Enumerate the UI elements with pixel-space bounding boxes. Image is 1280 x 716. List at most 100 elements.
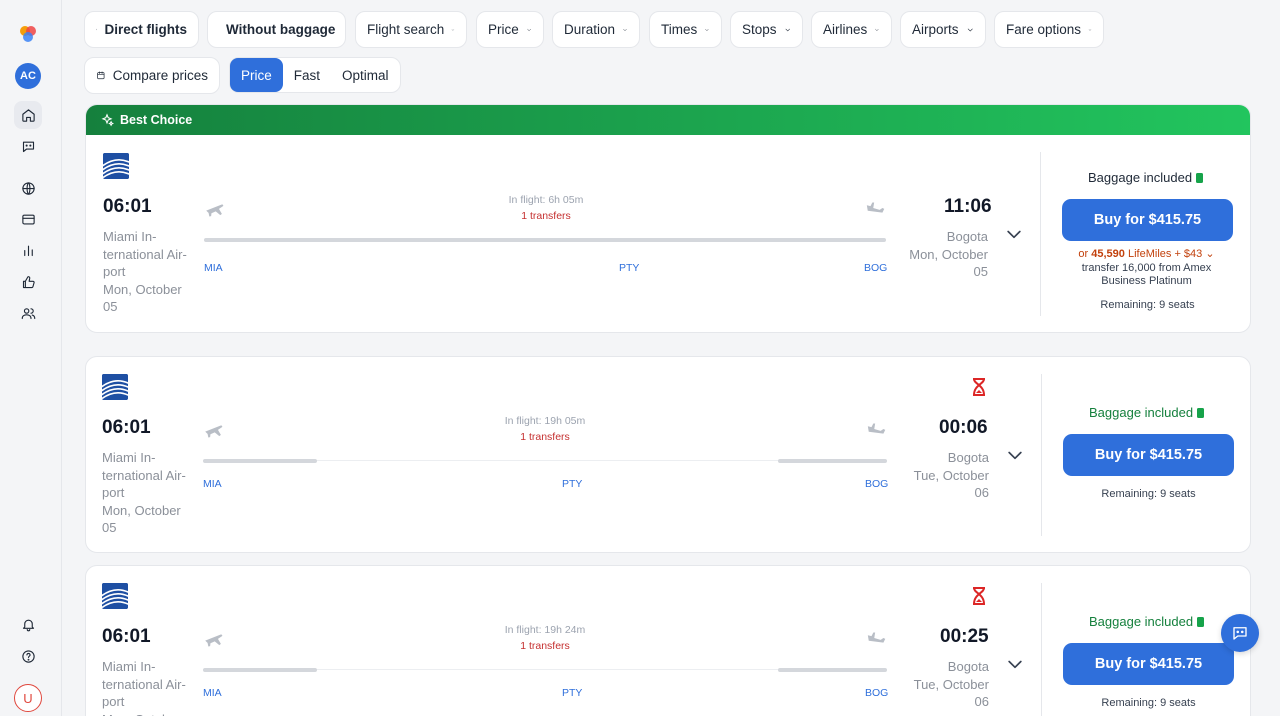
chevron-down-icon (1007, 230, 1021, 239)
card-divider (1041, 583, 1042, 716)
sort-fast-tab[interactable]: Fast (283, 58, 331, 92)
destination-code: BOG (865, 478, 889, 490)
departure-line: ternational Air- (103, 246, 187, 262)
arrival-line: 06 (974, 694, 989, 709)
buy-button[interactable]: Buy for $415.75 (1063, 434, 1234, 476)
stops-label: Stops (742, 22, 777, 37)
in-flight-duration: In flight: 19h 24m (504, 624, 586, 636)
sidebar-item-favorites[interactable] (14, 268, 42, 296)
sidebar-item-home[interactable] (14, 101, 42, 129)
sidebar-item-users[interactable] (14, 299, 42, 327)
departure-airport-date: Miami In-ternational Air-port Mon, Octobe… (102, 449, 192, 537)
landing-plane-icon (865, 199, 887, 217)
departure-line: port (103, 264, 126, 279)
baggage-included: Baggage included (1089, 614, 1205, 629)
departure-line: port (102, 485, 125, 500)
route-segment-1 (203, 668, 317, 672)
chevron-down-icon (875, 28, 879, 31)
times-label: Times (661, 22, 698, 37)
miles-card-line: Business Platinum (1101, 275, 1192, 287)
duration-label: Duration (564, 22, 616, 37)
arrival-time: 00:25 (940, 626, 989, 647)
departure-line: Miami In- (103, 229, 157, 244)
chevron-down-icon (1088, 28, 1092, 31)
times-dropdown[interactable]: Times (649, 11, 722, 48)
plane-icon (96, 28, 98, 31)
user-avatar[interactable]: U (14, 684, 42, 712)
baggage-label: Baggage included (1089, 405, 1194, 420)
transfer-code: PTY (562, 687, 583, 699)
expand-details-button[interactable] (1005, 654, 1025, 674)
duration-dropdown[interactable]: Duration (552, 11, 640, 48)
transfers-count: 1 transfers (520, 640, 570, 652)
expand-details-button[interactable] (1004, 224, 1024, 244)
sidebar-item-explore[interactable] (14, 174, 42, 202)
arrival-line: Tue, October (913, 467, 989, 483)
buy-button[interactable]: Buy for $415.75 (1062, 199, 1233, 241)
arrival-line: Mon, October (909, 246, 988, 262)
direct-flights-filter[interactable]: Direct flights (84, 11, 199, 48)
help-circle-icon (21, 649, 35, 663)
fare-options-dropdown[interactable]: Fare options (994, 11, 1104, 48)
workspace-avatar[interactable]: AC (15, 63, 41, 89)
arrival-line: Bogota (947, 659, 989, 674)
departure-line: Mon, October (102, 502, 181, 518)
takeoff-plane-icon (204, 199, 226, 217)
long-duration-hourglass-icon (971, 378, 987, 396)
direct-flights-label: Direct flights (104, 22, 187, 37)
chat-assistant-button[interactable] (1221, 614, 1259, 652)
luggage-icon (1196, 172, 1204, 183)
sort-price-tab[interactable]: Price (230, 58, 283, 92)
departure-airport-date: Miami In-ternational Air-port Mon, Octob (102, 658, 192, 716)
airports-dropdown[interactable]: Airports (900, 11, 986, 48)
users-icon (21, 307, 35, 319)
without-baggage-filter[interactable]: Without baggage (207, 11, 346, 48)
sidebar-item-notifications[interactable] (14, 610, 42, 638)
flight-card-3[interactable] (85, 565, 1251, 716)
chevron-down-icon (1008, 660, 1022, 669)
departure-line: Miami In- (102, 659, 156, 674)
sidebar-item-help[interactable] (14, 642, 42, 670)
airlines-dropdown[interactable]: Airlines (811, 11, 892, 48)
destination-code: BOG (864, 262, 888, 274)
sidebar-item-cards[interactable] (14, 205, 42, 233)
destination-code: BOG (865, 687, 889, 699)
miles-offer[interactable]: or 45,590 LifeMiles + $43 ⌄ transfer 16,0… (1054, 248, 1239, 289)
takeoff-plane-icon (203, 629, 225, 647)
arrival-time: 00:06 (939, 417, 988, 438)
globe-icon (21, 181, 35, 195)
departure-time: 06:01 (102, 626, 151, 647)
long-duration-hourglass-icon (971, 587, 987, 605)
compare-prices-button[interactable]: Compare prices (84, 57, 220, 94)
baggage-included: Baggage included (1088, 170, 1204, 185)
airline-logo (102, 583, 128, 609)
arrival-line: Bogota (946, 229, 988, 244)
bar-chart-icon (23, 245, 33, 256)
chevron-down-icon (452, 28, 455, 31)
transfers-count: 1 transfers (520, 431, 570, 443)
sidebar-item-assistant[interactable] (14, 132, 42, 160)
landing-plane-icon (866, 420, 888, 438)
sidebar-item-analytics[interactable] (14, 236, 42, 264)
chevron-down-icon (1008, 451, 1022, 460)
luggage-icon (1197, 407, 1205, 418)
departure-line: ternational Air- (102, 676, 186, 692)
departure-line: ternational Air- (102, 467, 186, 483)
transfer-code: PTY (619, 262, 640, 274)
sidebar: AC U (0, 0, 62, 716)
flight-search-dropdown[interactable]: Flight search (355, 11, 467, 48)
stops-dropdown[interactable]: Stops (730, 11, 803, 48)
price-filter-label: Price (488, 22, 519, 37)
route-segment-2 (778, 459, 887, 463)
route-segment-2 (518, 238, 886, 242)
chevron-down-icon (527, 28, 531, 31)
expand-details-button[interactable] (1005, 445, 1025, 465)
buy-button[interactable]: Buy for $415.75 (1063, 643, 1234, 685)
app-logo-icon[interactable] (18, 24, 38, 44)
calendar-icon (97, 71, 105, 80)
credit-card-icon (21, 214, 35, 224)
remaining-seats: Remaining: 9 seats (1101, 697, 1196, 709)
sort-optimal-tab[interactable]: Optimal (331, 58, 400, 92)
price-dropdown[interactable]: Price (476, 11, 544, 48)
bot-chat-icon (1233, 627, 1247, 640)
